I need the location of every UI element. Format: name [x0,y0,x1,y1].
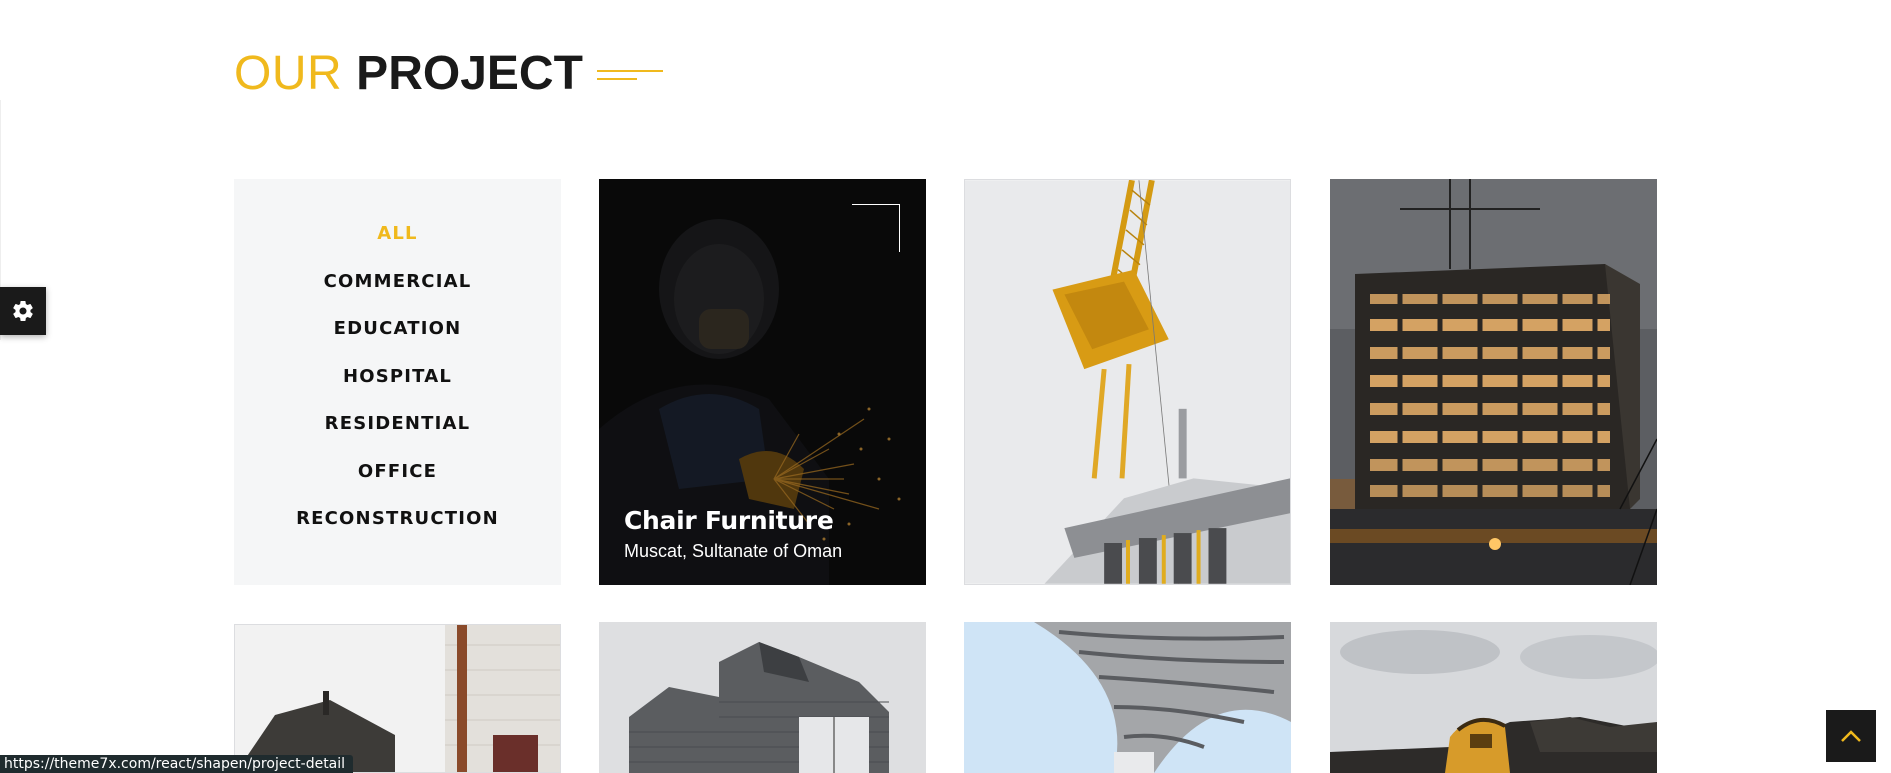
card-corner-decoration [852,204,900,252]
filter-commercial[interactable]: COMMERCIAL [234,271,561,292]
project-location: Muscat, Sultanate of Oman [624,541,843,561]
project-card-white-building[interactable] [234,624,561,773]
brick-house-image [599,622,926,773]
back-to-top-button[interactable] [1826,710,1876,762]
white-building-image [235,625,560,772]
project-filter-panel: ALL COMMERCIAL EDUCATION HOSPITAL RESIDE… [234,179,561,585]
tower-crane-image [965,180,1290,584]
filter-all[interactable]: ALL [234,223,561,244]
project-card-curved-tower[interactable] [964,622,1291,773]
project-card-welder[interactable]: Chair Furniture Muscat, Sultanate of Oma… [599,179,926,585]
project-card-brick-house[interactable] [599,622,926,773]
chevron-up-icon [1841,730,1861,742]
filter-education[interactable]: EDUCATION [234,318,561,339]
project-title[interactable]: Chair Furniture [624,506,834,535]
section-title-light: OUR [234,47,343,100]
gear-icon [13,300,33,321]
title-decoration-lines [596,64,663,84]
curved-tower-image [964,622,1291,773]
night-building-image [1330,179,1657,585]
status-bar-url: https://theme7x.com/react/shapen/project… [0,755,354,773]
project-card-crane[interactable] [964,179,1291,585]
section-title-bold: PROJECT [356,47,583,100]
filter-residential[interactable]: RESIDENTIAL [234,413,561,434]
settings-toggle-button[interactable] [0,287,46,335]
section-title: OUR PROJECT [234,44,663,104]
excavator-image [1330,622,1657,773]
project-card-excavator[interactable] [1330,622,1657,773]
project-card-night-building[interactable] [1330,179,1657,585]
filter-hospital[interactable]: HOSPITAL [234,366,561,387]
filter-reconstruction[interactable]: RECONSTRUCTION [234,508,561,529]
filter-office[interactable]: OFFICE [234,461,561,482]
